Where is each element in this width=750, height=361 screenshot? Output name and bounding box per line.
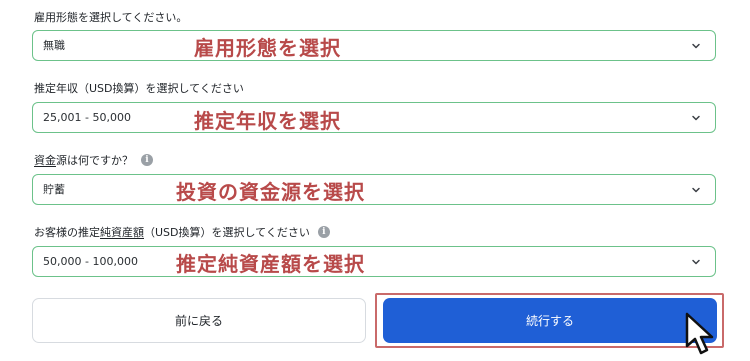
chevron-down-icon — [692, 187, 700, 193]
annual-income-value: 25,001 - 50,000 — [43, 111, 131, 124]
employment-status-value: 無職 — [43, 39, 65, 52]
continue-button[interactable]: 続行する — [383, 298, 717, 343]
source-of-funds-label: 資金 源は何ですか？ i — [34, 152, 153, 168]
info-icon[interactable]: i — [317, 226, 330, 238]
employment-status-label-text: 雇用形態を選択してください。 — [34, 11, 188, 24]
chevron-down-icon — [692, 43, 700, 49]
annual-income-select[interactable]: 25,001 - 50,000 — [32, 102, 716, 133]
source-of-funds-annotation: 投資の資金源を選択 — [176, 180, 365, 204]
net-worth-value: 50,000 - 100,000 — [43, 255, 138, 268]
back-button[interactable]: 前に戻る — [32, 298, 366, 343]
employment-status-label: 雇用形態を選択してください。 — [34, 9, 187, 25]
mouse-pointer-icon — [685, 312, 714, 355]
annual-income-label-text: 推定年収（USD換算）を選択してください — [34, 82, 244, 95]
source-of-funds-select[interactable]: 貯蓄 — [32, 174, 716, 205]
source-of-funds-label-rest: 源は何ですか？ — [56, 154, 133, 167]
net-worth-annotation: 推定純資産額を選択 — [176, 252, 365, 276]
annual-income-annotation: 推定年収を選択 — [194, 109, 341, 133]
source-of-funds-label-underlined: 資金 — [34, 154, 56, 167]
chevron-down-icon — [692, 115, 700, 121]
source-of-funds-value: 貯蓄 — [43, 183, 65, 196]
net-worth-select[interactable]: 50,000 - 100,000 — [32, 246, 716, 277]
net-worth-label-underlined: 純資産額 — [100, 226, 144, 239]
continue-button-label: 続行する — [525, 314, 574, 328]
employment-status-annotation: 雇用形態を選択 — [194, 36, 341, 60]
net-worth-label-rest: （USD換算）を選択してください — [144, 226, 310, 239]
annual-income-label: 推定年収（USD換算）を選択してください — [34, 80, 244, 96]
net-worth-label: お客様の推定 純資産額 （USD換算）を選択してください i — [34, 224, 330, 240]
chevron-down-icon — [692, 259, 700, 265]
employment-status-select[interactable]: 無職 — [32, 30, 716, 61]
info-icon[interactable]: i — [141, 154, 153, 166]
back-button-label: 前に戻る — [174, 314, 223, 328]
financial-profile-form: 雇用形態を選択してください。 無職 雇用形態を選択 推定年収（USD換算）を選択… — [0, 0, 750, 361]
net-worth-label-prefix: お客様の推定 — [34, 226, 100, 239]
